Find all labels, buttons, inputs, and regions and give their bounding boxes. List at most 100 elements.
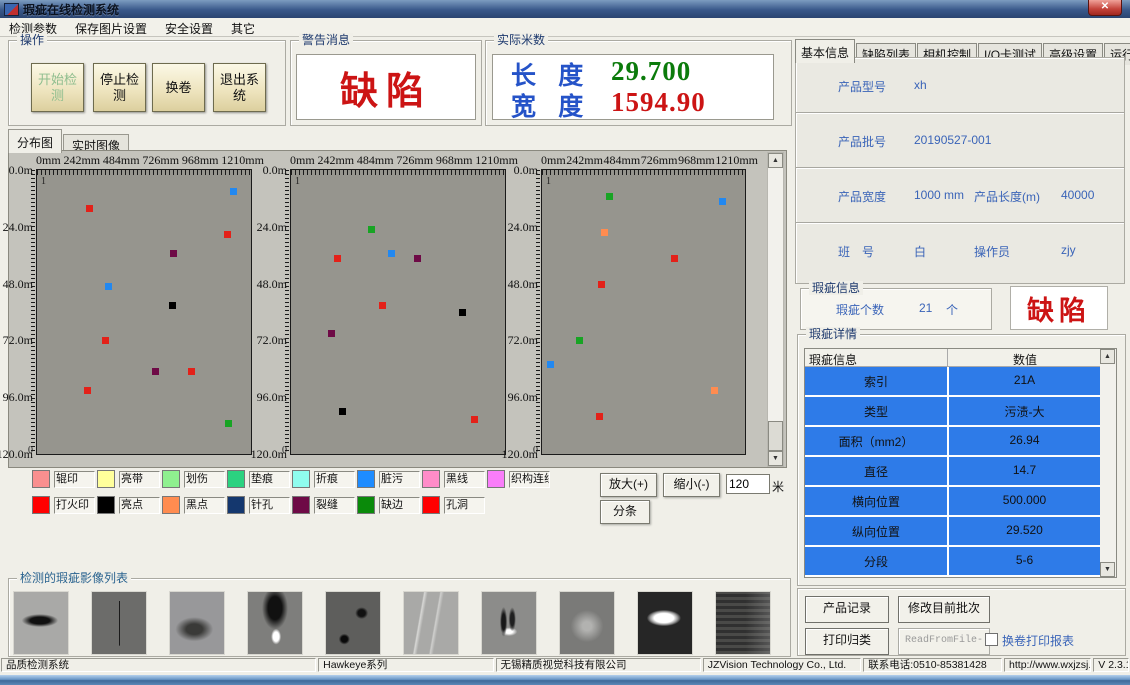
op-button-0[interactable]: 开始检测 (31, 63, 84, 112)
legend-swatch (162, 470, 180, 488)
table-scroll-down-icon[interactable]: ▼ (1100, 562, 1115, 577)
defect-marker[interactable] (230, 188, 237, 195)
table-row[interactable]: 分段5-6 (805, 547, 1100, 577)
zoom-in-button[interactable]: 放大(+) (600, 473, 657, 497)
scrollbar-thumb[interactable] (768, 421, 783, 451)
table-row[interactable]: 直径14.7 (805, 457, 1100, 487)
defect-scatter-plot-0: 0.0m24.0m48.0m72.0m96.0m120.0m10 (36, 169, 252, 455)
menu-item-1[interactable]: 保存图片设置 (66, 18, 156, 36)
table-cell-value: 污渍-大 (949, 403, 1100, 420)
window-title: 瑕疵在线检测系统 (23, 1, 119, 18)
defect-marker[interactable] (170, 250, 177, 257)
defect-marker[interactable] (105, 283, 112, 290)
table-row[interactable]: 横向位置500.000 (805, 487, 1100, 517)
menu-item-2[interactable]: 安全设置 (156, 18, 222, 36)
defect-thumbnail-6[interactable] (481, 591, 537, 655)
x-axis-labels-0: 0mm242mm484mm726mm968mm1210mm (36, 153, 264, 168)
table-row[interactable]: 纵向位置29.520 (805, 517, 1100, 547)
defect-marker[interactable] (152, 368, 159, 375)
menu-item-3[interactable]: 其它 (222, 18, 264, 36)
scroll-up-icon[interactable]: ▲ (768, 153, 783, 168)
meter-row-0: 长 度29.700 (493, 56, 773, 87)
defect-marker[interactable] (388, 250, 395, 257)
split-strips-button[interactable]: 分条 (600, 500, 650, 524)
legend-label: 打火印 (54, 497, 95, 514)
defect-marker[interactable] (169, 302, 176, 309)
defect-marker[interactable] (576, 337, 583, 344)
defect-marker[interactable] (601, 229, 608, 236)
modify-batch-button[interactable]: 修改目前批次 (898, 596, 990, 623)
defect-thumbnail-2[interactable] (169, 591, 225, 655)
legend-label: 裂缝 (314, 497, 355, 514)
defect-thumbnail-1[interactable] (91, 591, 147, 655)
scroll-down-icon[interactable]: ▼ (768, 451, 783, 466)
read-from-file-button[interactable]: ReadFromFile-SIM (898, 628, 990, 655)
x-tick-label: 726mm (142, 153, 179, 168)
defect-marker[interactable] (711, 387, 718, 394)
x-tick-label: 726mm (396, 153, 433, 168)
product-value: xh (914, 78, 927, 92)
defect-thumbnail-4[interactable] (325, 591, 381, 655)
distribution-plots-panel: ▲ ▼ 0mm242mm484mm726mm968mm1210mm0.0m24.… (8, 150, 787, 468)
defect-marker[interactable] (606, 193, 613, 200)
defect-marker[interactable] (334, 255, 341, 262)
legend-swatch (422, 470, 440, 488)
view-tab-0[interactable]: 分布图 (8, 129, 62, 153)
product-record-button[interactable]: 产品记录 (805, 596, 889, 623)
op-button-3[interactable]: 退出系统 (213, 63, 266, 112)
table-row[interactable]: 面积（mm2）26.94 (805, 427, 1100, 457)
y-tick-label: 0.0m (249, 163, 287, 178)
legend-label: 针孔 (249, 497, 290, 514)
x-tick-label: 968mm (678, 153, 715, 168)
meter-unit-label: 米 (772, 478, 784, 495)
plots-vertical-scrollbar[interactable]: ▲ ▼ (767, 152, 784, 467)
defect-marker[interactable] (547, 361, 554, 368)
defect-marker[interactable] (379, 302, 386, 309)
defect-thumbnail-8[interactable] (637, 591, 693, 655)
meter-range-input[interactable] (726, 474, 770, 494)
op-button-1[interactable]: 停止检测 (93, 63, 146, 112)
defect-marker[interactable] (459, 309, 466, 316)
zoom-out-button[interactable]: 缩小(-) (663, 473, 720, 497)
table-row[interactable]: 类型污渍-大 (805, 397, 1100, 427)
app-window: 瑕疵在线检测系统 ✕ 检测参数保存图片设置安全设置其它 操作 开始检测停止检测换… (0, 0, 1130, 685)
x-tick-label: 968mm (436, 153, 473, 168)
defect-marker[interactable] (671, 255, 678, 262)
legend-item: 脏污 (357, 470, 420, 488)
defect-marker[interactable] (84, 387, 91, 394)
right-tab-0[interactable]: 基本信息 (795, 39, 855, 63)
print-sort-button[interactable]: 打印归类 (805, 628, 889, 655)
defect-thumbnail-0[interactable] (13, 591, 69, 655)
defect-marker[interactable] (719, 198, 726, 205)
close-button[interactable]: ✕ (1088, 0, 1122, 16)
warning-message: 缺陷 (340, 60, 432, 115)
x-tick-label: 1210mm (715, 153, 758, 168)
defect-marker[interactable] (471, 416, 478, 423)
legend-item: 缺边 (357, 496, 420, 514)
table-scrollbar[interactable]: ▲ ▼ (1100, 349, 1116, 577)
defect-thumbnail-7[interactable] (559, 591, 615, 655)
defect-marker[interactable] (224, 231, 231, 238)
defect-thumbnail-3[interactable] (247, 591, 303, 655)
table-row[interactable]: 索引21A (805, 367, 1100, 397)
defect-marker[interactable] (86, 205, 93, 212)
defect-marker[interactable] (102, 337, 109, 344)
defect-marker[interactable] (414, 255, 421, 262)
legend-swatch (97, 470, 115, 488)
table-scroll-up-icon[interactable]: ▲ (1100, 349, 1115, 364)
op-button-2[interactable]: 换卷 (152, 63, 205, 112)
defect-marker[interactable] (225, 420, 232, 427)
y-tick-label: 72.0m (249, 333, 287, 348)
defect-marker[interactable] (598, 281, 605, 288)
y-tick-label: 48.0m (249, 277, 287, 292)
legend-swatch (487, 470, 505, 488)
defect-thumbnail-9[interactable] (715, 591, 771, 655)
defect-thumbnail-5[interactable] (403, 591, 459, 655)
defect-marker[interactable] (368, 226, 375, 233)
defect-marker[interactable] (596, 413, 603, 420)
strip-number-label: 1 (546, 176, 551, 187)
defect-marker[interactable] (339, 408, 346, 415)
defect-marker[interactable] (188, 368, 195, 375)
defect-marker[interactable] (328, 330, 335, 337)
print-on-roll-change-checkbox[interactable] (985, 633, 998, 646)
